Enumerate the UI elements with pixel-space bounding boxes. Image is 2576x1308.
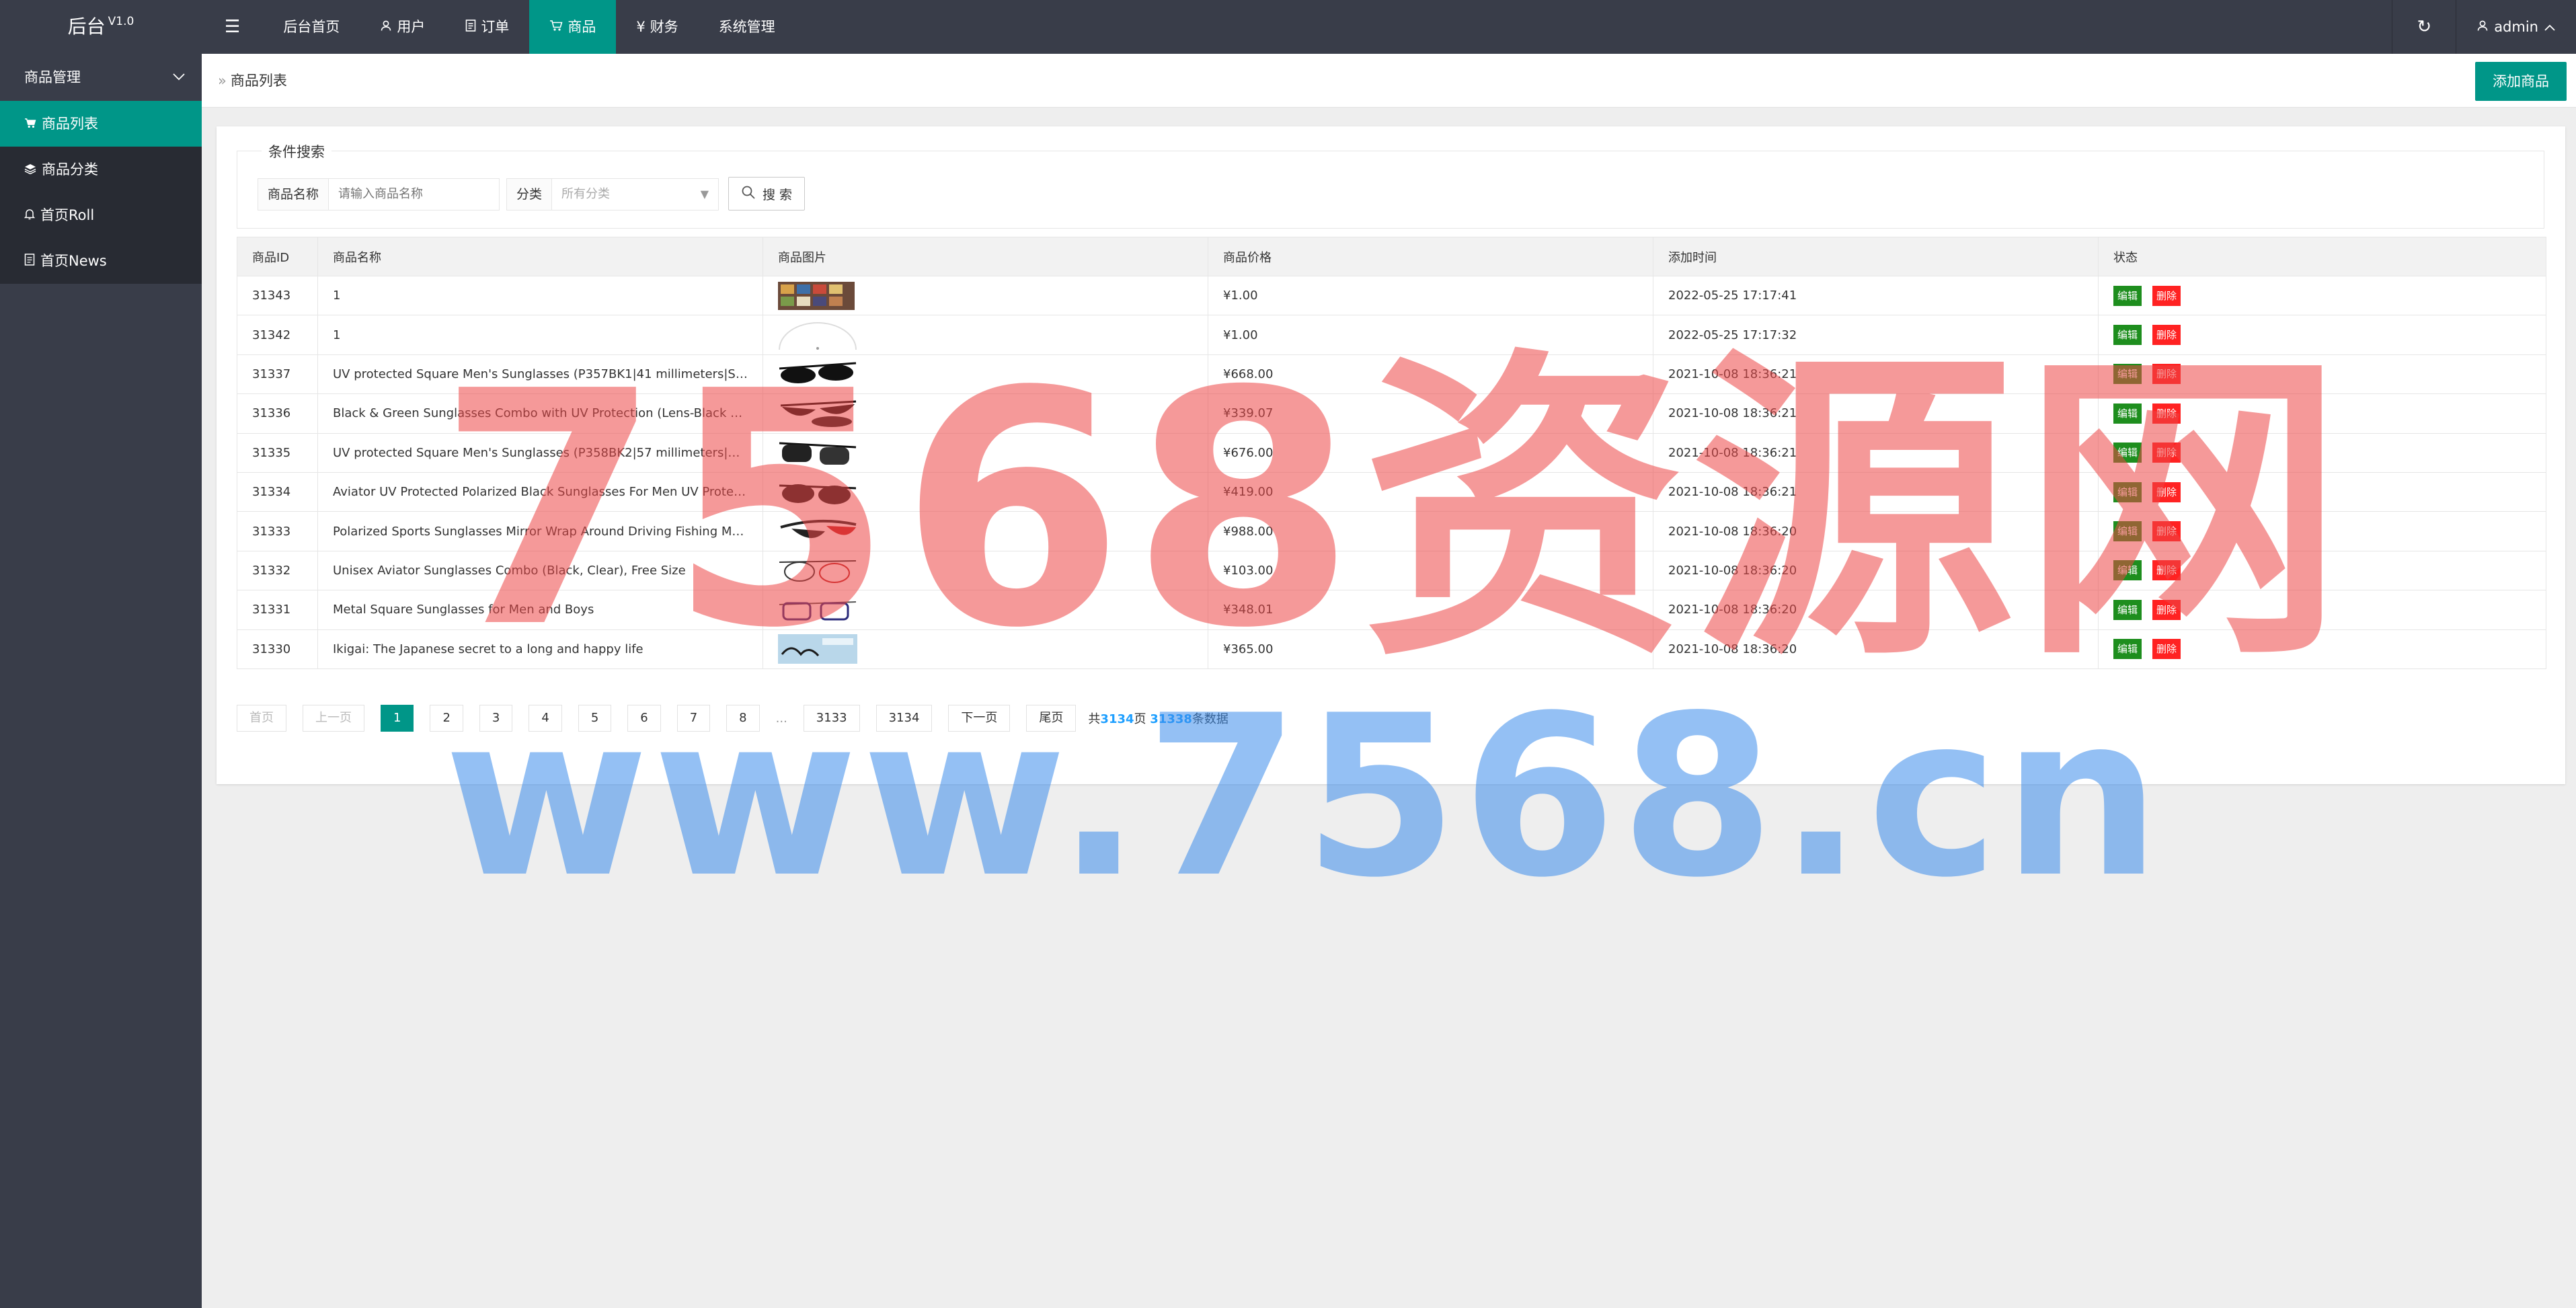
sidebar-submenu: 商品列表 商品分类 首页Roll 首页News xyxy=(0,101,202,284)
sidebar-group-label: 商品管理 xyxy=(24,69,81,85)
cell-product-id: 31336 xyxy=(237,393,318,434)
document-icon xyxy=(24,238,35,284)
breadcrumb-bar: » 商品列表 添加商品 xyxy=(202,54,2576,108)
chevron-down-icon xyxy=(172,54,186,101)
refresh-button[interactable]: ↻ xyxy=(2392,0,2457,54)
cell-product-price: ¥1.00 xyxy=(1208,275,1653,316)
header-product-id: 商品ID xyxy=(237,237,318,276)
nav-item-orders[interactable]: 订单 xyxy=(445,0,529,54)
cell-product-id: 31337 xyxy=(237,354,318,395)
double-chevron-right-icon: » xyxy=(218,73,227,89)
search-button[interactable]: 搜 索 xyxy=(728,177,806,210)
document-icon xyxy=(465,0,476,54)
search-icon xyxy=(741,185,756,203)
sidebar-item-label: 商品列表 xyxy=(42,116,98,132)
table-row: 31343 1 ¥1.00 2022-05-25 17:17:41 编辑 删除 xyxy=(237,275,2546,316)
refresh-icon: ↻ xyxy=(2417,17,2432,37)
nav-item-label: 订单 xyxy=(481,19,510,35)
delete-button[interactable]: 删除 xyxy=(2152,285,2181,306)
cell-add-time: 2022-05-25 17:17:41 xyxy=(1653,275,2099,316)
breadcrumb-current[interactable]: 商品列表 xyxy=(231,73,287,89)
category-selected-value: 所有分类 xyxy=(561,187,611,201)
cell-product-image xyxy=(763,275,1208,316)
nav-item-label: 商品 xyxy=(568,19,596,35)
sidebar-item-home-news[interactable]: 首页News xyxy=(0,238,202,284)
nav-item-label: 财务 xyxy=(650,19,678,35)
top-header: 后台 V1.0 ☰ 后台首页 用户 订单 商品 ¥ 财务 系统管理 ↻ admi… xyxy=(0,0,2576,54)
cell-product-id: 31333 xyxy=(237,511,318,551)
menu-toggle-button[interactable]: ☰ xyxy=(202,0,263,54)
cell-product-name: 1 xyxy=(317,275,763,316)
search-legend: 条件搜索 xyxy=(262,141,331,161)
first-page-button[interactable]: 首页 xyxy=(237,705,286,732)
header-product-price: 商品价格 xyxy=(1208,237,1653,276)
breadcrumb: » 商品列表 xyxy=(218,54,287,108)
edit-button[interactable]: 编辑 xyxy=(2113,285,2142,306)
product-thumbnail xyxy=(778,281,857,310)
nav-item-home[interactable]: 后台首页 xyxy=(263,0,360,54)
nav-item-label: 用户 xyxy=(397,19,426,35)
nav-item-label: 系统管理 xyxy=(718,19,775,35)
sidebar-item-label: 首页News xyxy=(40,253,107,269)
search-button-label: 搜 索 xyxy=(763,187,793,202)
user-icon xyxy=(2476,19,2489,35)
cell-product-id: 31343 xyxy=(237,275,318,316)
yen-icon: ¥ xyxy=(636,19,646,35)
app-version: V1.0 xyxy=(108,15,134,28)
app-title: 后台 xyxy=(67,15,106,38)
cell-product-id: 31331 xyxy=(237,590,318,630)
user-name: admin xyxy=(2494,19,2538,35)
table-header-row: 商品ID 商品名称 商品图片 商品价格 添加时间 状态 xyxy=(237,237,2546,276)
sidebar: 商品管理 商品列表 商品分类 首页Roll 首页News xyxy=(0,54,202,1308)
watermark-line-1: 7568资源网 xyxy=(437,323,2351,699)
category-select[interactable]: 分类 所有分类 ▼ xyxy=(506,178,719,210)
menu-icon: ☰ xyxy=(225,17,241,37)
cart-icon xyxy=(24,101,36,147)
header-status: 状态 xyxy=(2098,237,2546,276)
watermark-line-2: www.7568.cn xyxy=(444,668,2165,926)
sidebar-item-label: 商品分类 xyxy=(42,161,98,178)
top-right-tools: ↻ admin xyxy=(2392,0,2576,54)
cell-product-id: 31330 xyxy=(237,629,318,669)
sidebar-item-label: 首页Roll xyxy=(40,207,95,223)
nav-item-finance[interactable]: ¥ 财务 xyxy=(616,0,698,54)
sidebar-item-product-category[interactable]: 商品分类 xyxy=(0,147,202,192)
page-button-1[interactable]: 1 xyxy=(381,705,414,732)
cell-product-id: 31342 xyxy=(237,315,318,355)
bell-icon xyxy=(24,192,36,238)
app-logo[interactable]: 后台 V1.0 xyxy=(0,0,202,54)
chevron-up-icon xyxy=(2544,19,2556,35)
product-name-field: 商品名称 xyxy=(258,178,500,210)
nav-item-users[interactable]: 用户 xyxy=(360,0,445,54)
sidebar-group-product-management[interactable]: 商品管理 xyxy=(0,54,202,101)
caret-down-icon: ▼ xyxy=(700,188,709,200)
product-name-label: 商品名称 xyxy=(258,179,329,210)
layers-icon xyxy=(24,147,36,192)
nav-item-products[interactable]: 商品 xyxy=(529,0,617,54)
nav-item-system[interactable]: 系统管理 xyxy=(699,0,795,54)
category-label: 分类 xyxy=(507,179,553,210)
user-menu[interactable]: admin xyxy=(2456,0,2576,54)
prev-page-button[interactable]: 上一页 xyxy=(303,705,364,732)
top-nav: ☰ 后台首页 用户 订单 商品 ¥ 财务 系统管理 xyxy=(202,0,795,54)
nav-item-label: 后台首页 xyxy=(283,19,340,35)
add-product-button[interactable]: 添加商品 xyxy=(2475,62,2567,101)
sidebar-item-home-roll[interactable]: 首页Roll xyxy=(0,192,202,238)
cell-product-id: 31334 xyxy=(237,471,318,512)
header-product-image: 商品图片 xyxy=(763,237,1208,276)
search-fieldset: 条件搜索 商品名称 分类 所有分类 ▼ 搜 索 xyxy=(237,141,2544,229)
cell-status: 编辑 删除 xyxy=(2098,275,2546,316)
cell-product-id: 31335 xyxy=(237,432,318,473)
cart-icon xyxy=(549,0,563,54)
header-product-name: 商品名称 xyxy=(317,237,763,276)
sidebar-item-product-list[interactable]: 商品列表 xyxy=(0,101,202,147)
cell-product-id: 31332 xyxy=(237,550,318,591)
user-icon xyxy=(380,0,392,54)
header-add-time: 添加时间 xyxy=(1653,237,2099,276)
product-name-input[interactable] xyxy=(329,179,498,210)
